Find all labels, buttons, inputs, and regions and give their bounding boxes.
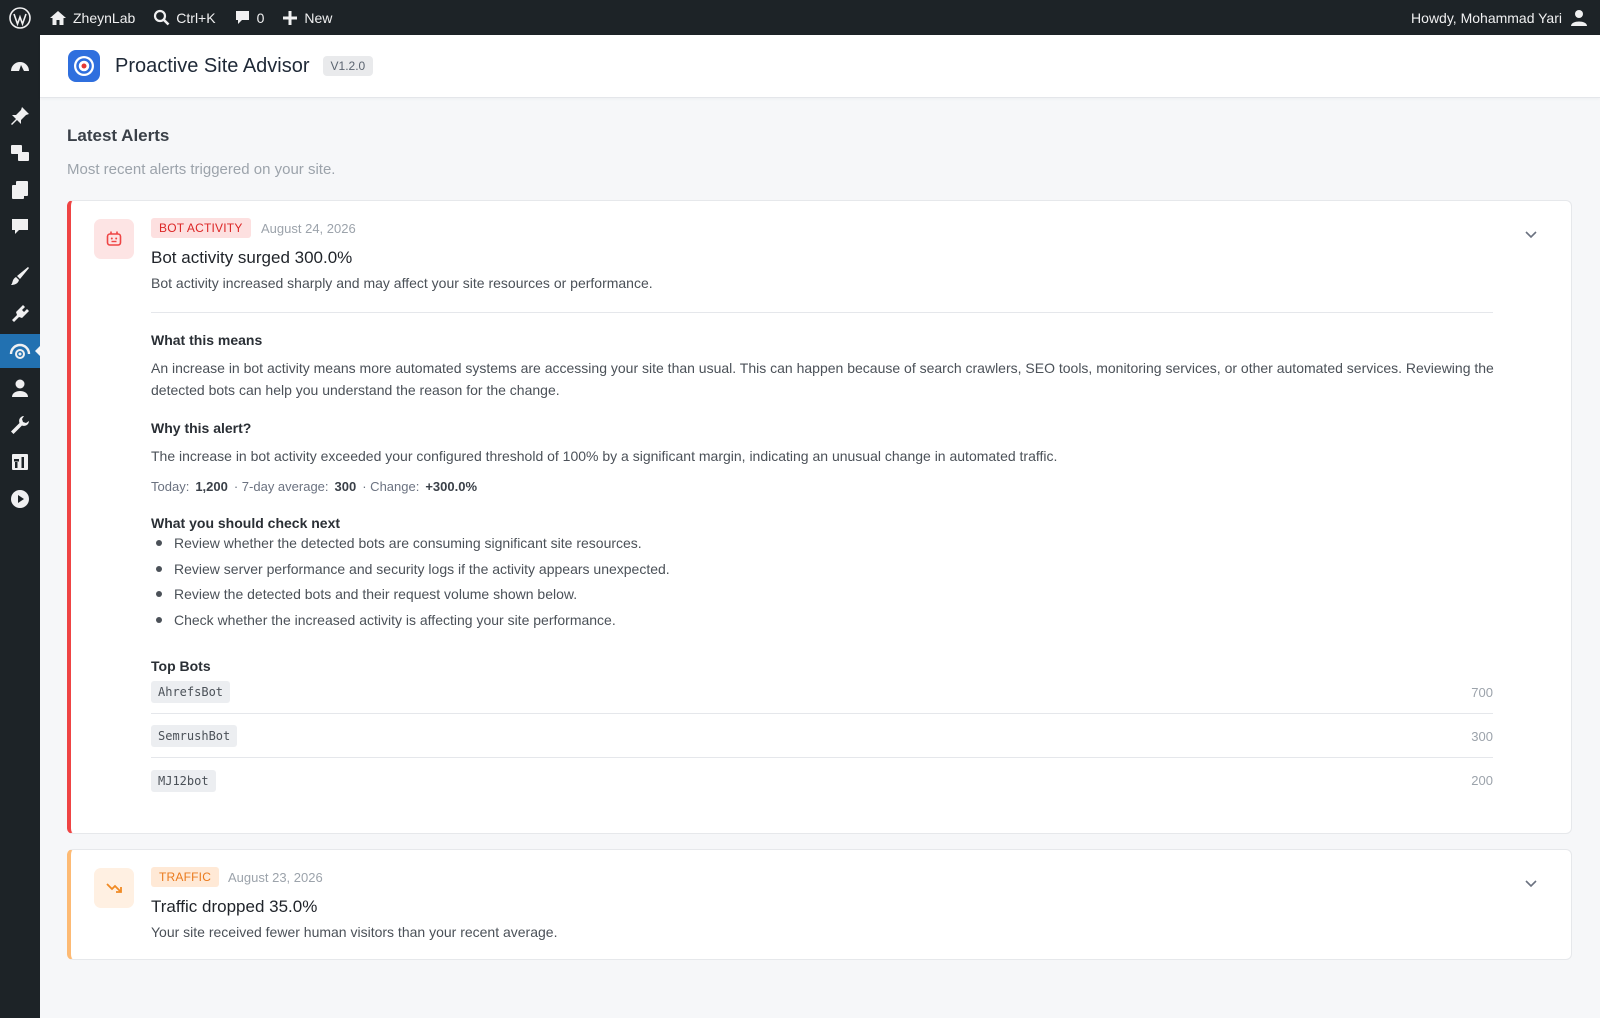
alert-card-traffic[interactable]: TRAFFIC August 23, 2026 Traffic dropped … <box>67 849 1572 960</box>
section-title: Latest Alerts <box>67 126 170 145</box>
today-value: 1,200 <box>195 479 228 494</box>
chevron-up-icon[interactable] <box>1523 226 1539 242</box>
sidebar-item-media[interactable] <box>0 136 40 170</box>
comments-link[interactable]: 0 <box>225 0 274 35</box>
comment-icon <box>235 11 249 24</box>
check-next-list: Review whether the detected bots are con… <box>151 530 670 633</box>
advisor-logo-icon <box>74 56 94 76</box>
plugin-title: Proactive Site Advisor <box>115 54 310 77</box>
sidebar-item-comments[interactable] <box>0 210 40 244</box>
paintbrush-icon <box>11 267 29 285</box>
chevron-down-icon[interactable] <box>1523 875 1539 891</box>
version-badge: V1.2.0 <box>322 56 374 76</box>
section-subtitle: Most recent alerts triggered on your sit… <box>67 161 336 178</box>
list-item: Review server performance and security l… <box>151 556 670 582</box>
admin-sidebar <box>0 35 40 1018</box>
wrench-icon <box>11 416 29 434</box>
what-means-text: An increase in bot activity means more a… <box>151 360 1494 398</box>
alert-icon-box <box>94 219 134 259</box>
list-item: Review whether the detected bots are con… <box>151 530 670 556</box>
sidebar-item-settings[interactable] <box>0 445 40 479</box>
alert-date: August 24, 2026 <box>261 221 356 236</box>
sidebar-item-tools[interactable] <box>0 408 40 442</box>
account-menu[interactable]: Howdy, Mohammad Yari <box>1402 0 1600 35</box>
site-name-label: ZheynLab <box>73 9 136 26</box>
alert-divider <box>151 312 1493 313</box>
trending-down-icon <box>106 883 122 893</box>
new-content-link[interactable]: New <box>273 0 341 35</box>
list-item: Review the detected bots and their reque… <box>151 581 670 607</box>
comments-icon <box>12 219 28 234</box>
bot-row: MJ12bot 200 <box>151 759 1493 802</box>
bot-row: AhrefsBot 700 <box>151 671 1493 714</box>
search-icon <box>154 9 170 26</box>
greeting-label: Howdy, Mohammad Yari <box>1411 9 1562 26</box>
alert-stats: Today: 1,200 · 7-day average: 300 · Chan… <box>151 479 477 494</box>
change-label: · Change: <box>362 479 420 494</box>
bot-name: SemrushBot <box>151 725 238 747</box>
alert-category-badge: TRAFFIC <box>151 867 220 887</box>
change-value: +300.0% <box>425 479 478 494</box>
sidebar-item-posts[interactable] <box>0 99 40 133</box>
admin-bar: ZheynLab Ctrl+K 0 New Howdy, Mohammad Ya… <box>0 0 1600 35</box>
alert-card-bot-activity: BOT ACTIVITY August 24, 2026 Bot activit… <box>67 200 1572 834</box>
bot-count: 700 <box>1471 684 1493 700</box>
site-advisor-icon <box>9 343 31 359</box>
bot-name: MJ12bot <box>151 769 216 792</box>
alert-category-badge: BOT ACTIVITY <box>151 218 251 238</box>
command-search-button[interactable]: Ctrl+K <box>144 0 224 35</box>
alert-description: Your site received fewer human visitors … <box>151 924 558 940</box>
alert-description: Bot activity increased sharply and may a… <box>151 275 653 291</box>
alert-title: Traffic dropped 35.0% <box>151 897 318 916</box>
play-icon <box>11 490 29 508</box>
sidebar-item-appearance[interactable] <box>0 259 40 293</box>
search-shortcut-label: Ctrl+K <box>176 9 216 26</box>
bot-count: 300 <box>1471 728 1493 744</box>
pin-icon <box>11 107 29 125</box>
wordpress-logo-icon <box>9 6 31 29</box>
bot-name: AhrefsBot <box>151 681 231 703</box>
bot-count: 200 <box>1471 773 1493 788</box>
user-avatar-icon <box>1571 9 1587 26</box>
new-label: New <box>304 9 333 26</box>
sidebar-item-users[interactable] <box>0 371 40 405</box>
average-label: · 7-day average: <box>233 479 329 494</box>
settings-icon <box>12 454 28 470</box>
why-alert-text: The increase in bot activity exceeded yo… <box>151 448 1058 464</box>
alert-title: Bot activity surged 300.0% <box>151 248 353 267</box>
bot-icon <box>106 231 122 246</box>
what-means-heading: What this means <box>151 332 263 348</box>
plus-icon <box>283 10 298 25</box>
sidebar-item-video[interactable] <box>0 482 40 516</box>
average-value: 300 <box>334 479 357 494</box>
list-item: Check whether the increased activity is … <box>151 607 670 633</box>
pages-icon <box>12 181 28 199</box>
media-icon <box>11 145 29 161</box>
sidebar-item-pages[interactable] <box>0 173 40 207</box>
plugin-logo <box>68 50 100 82</box>
sidebar-item-plugins[interactable] <box>0 297 40 331</box>
check-next-heading: What you should check next <box>151 515 341 531</box>
plugin-icon <box>12 305 29 322</box>
sidebar-item-dashboard[interactable] <box>0 50 40 84</box>
users-icon <box>12 379 28 397</box>
home-icon <box>50 10 66 25</box>
why-alert-heading: Why this alert? <box>151 420 252 436</box>
site-name-link[interactable]: ZheynLab <box>40 0 144 35</box>
alert-date: August 23, 2026 <box>228 870 323 885</box>
plugin-header: Proactive Site Advisor V1.2.0 <box>40 35 1600 98</box>
today-label: Today: <box>151 479 190 494</box>
comments-count: 0 <box>256 9 265 26</box>
wordpress-logo-button[interactable] <box>0 0 40 35</box>
sidebar-item-site-advisor[interactable] <box>0 334 40 368</box>
bot-row: SemrushBot 300 <box>151 715 1493 758</box>
alert-icon-box <box>94 868 134 908</box>
dashboard-icon <box>11 62 29 71</box>
